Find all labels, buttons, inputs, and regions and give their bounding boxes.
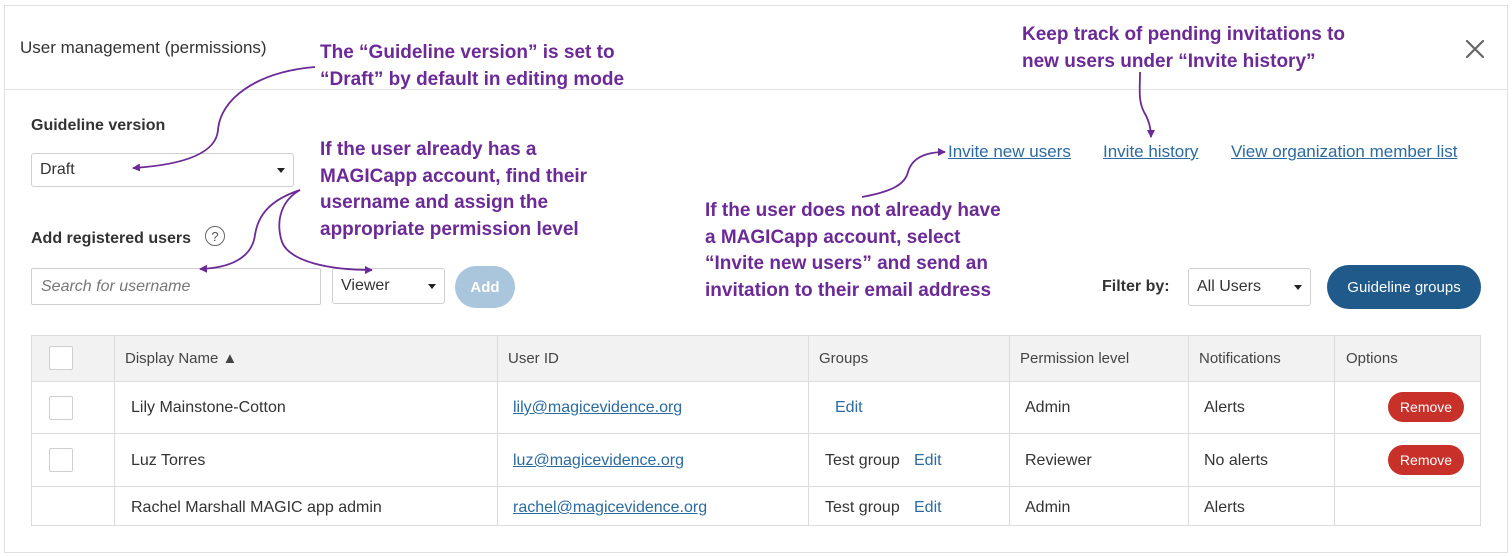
user-display-name: Luz Torres	[131, 452, 206, 469]
remove-button[interactable]: Remove	[1388, 445, 1464, 475]
dialog-title: User management (permissions)	[20, 38, 267, 57]
column-display-name[interactable]: Display Name ▲	[125, 350, 237, 367]
close-icon[interactable]	[1462, 36, 1488, 62]
permission-value: Admin	[1025, 499, 1071, 516]
annotation-line: Keep track of pending invitations to	[1022, 24, 1346, 45]
permission-value: Reviewer	[1025, 452, 1092, 469]
users-table: Display Name ▲ User ID Groups Permission…	[31, 335, 1481, 526]
permission-level-select[interactable]: Viewer	[332, 268, 445, 304]
chevron-down-icon	[1294, 285, 1302, 290]
notifications-value: No alerts	[1204, 452, 1269, 469]
table-row: Rachel Marshall MAGIC app admin rachel@m…	[32, 487, 1480, 527]
select-all-checkbox[interactable]	[49, 346, 73, 370]
help-icon[interactable]: ?	[205, 226, 225, 246]
column-notifications: Notifications	[1199, 350, 1281, 367]
user-email-link[interactable]: rachel@magicevidence.org	[513, 499, 707, 517]
annotation-line: “Draft” by default in editing mode	[320, 68, 625, 90]
annotation-line: The “Guideline version” is set to	[320, 42, 615, 63]
annotation-line: invitation to their email address	[705, 279, 992, 301]
table-row: Luz Torres luz@magicevidence.org Test gr…	[32, 434, 1480, 487]
edit-groups-link[interactable]: Edit	[835, 399, 863, 417]
annotation-line: MAGICapp account, find their	[320, 165, 588, 187]
annotation-existing-user: If the user already has a MAGICapp accou…	[320, 137, 587, 243]
add-button[interactable]: Add	[455, 266, 515, 308]
table-row: Lily Mainstone-Cotton lily@magicevidence…	[32, 382, 1480, 434]
annotation-line: If the user does not already have	[705, 200, 1001, 221]
annotation-invite-history: Keep track of pending invitations to new…	[1022, 22, 1345, 75]
notifications-value: Alerts	[1204, 499, 1245, 516]
column-permission-level: Permission level	[1020, 350, 1130, 367]
invite-history-link[interactable]: Invite history	[1103, 142, 1198, 162]
column-user-id: User ID	[508, 350, 559, 367]
annotation-line: new users under “Invite history”	[1022, 50, 1316, 72]
annotation-line: If the user already has a	[320, 139, 537, 160]
permission-level-value: Viewer	[341, 277, 390, 294]
add-users-label: Add registered users	[31, 230, 192, 247]
user-display-name: Lily Mainstone-Cotton	[131, 399, 286, 416]
filter-select[interactable]: All Users	[1188, 268, 1311, 306]
member-list-link[interactable]: View organization member list	[1231, 142, 1457, 162]
chevron-down-icon	[277, 168, 285, 173]
group-name: Test group	[825, 499, 900, 516]
guideline-groups-button[interactable]: Guideline groups	[1327, 265, 1481, 309]
annotation-guideline-version: The “Guideline version” is set to “Draft…	[320, 40, 624, 93]
annotation-line: username and assign the	[320, 192, 549, 213]
guideline-version-label: Guideline version	[31, 117, 166, 134]
group-name: Test group	[825, 452, 900, 469]
row-checkbox[interactable]	[49, 448, 73, 472]
filter-value: All Users	[1197, 278, 1262, 295]
guideline-version-select[interactable]: Draft	[31, 153, 294, 187]
table-header: Display Name ▲ User ID Groups Permission…	[32, 336, 1480, 382]
user-email-link[interactable]: lily@magicevidence.org	[513, 399, 682, 417]
notifications-value: Alerts	[1204, 399, 1245, 416]
edit-groups-link[interactable]: Edit	[914, 452, 942, 470]
invite-new-users-link[interactable]: Invite new users	[948, 142, 1071, 162]
guideline-version-value: Draft	[40, 161, 75, 178]
column-options: Options	[1346, 350, 1398, 367]
annotation-new-user: If the user does not already have a MAGI…	[705, 198, 1001, 304]
row-checkbox[interactable]	[49, 396, 73, 420]
header-divider	[4, 89, 1508, 90]
user-email-link[interactable]: luz@magicevidence.org	[513, 452, 684, 470]
search-username-input[interactable]: Search for username	[31, 268, 321, 305]
remove-button[interactable]: Remove	[1388, 392, 1464, 422]
column-groups: Groups	[819, 350, 869, 367]
chevron-down-icon	[428, 284, 436, 289]
filter-label: Filter by:	[1102, 278, 1170, 295]
annotation-line: appropriate permission level	[320, 218, 579, 240]
edit-groups-link[interactable]: Edit	[914, 499, 942, 517]
annotation-line: a MAGICapp account, select	[705, 226, 961, 248]
user-display-name: Rachel Marshall MAGIC app admin	[131, 499, 382, 516]
permission-value: Admin	[1025, 399, 1071, 416]
annotation-line: “Invite new users” and send an	[705, 253, 988, 274]
search-placeholder: Search for username	[41, 277, 191, 295]
